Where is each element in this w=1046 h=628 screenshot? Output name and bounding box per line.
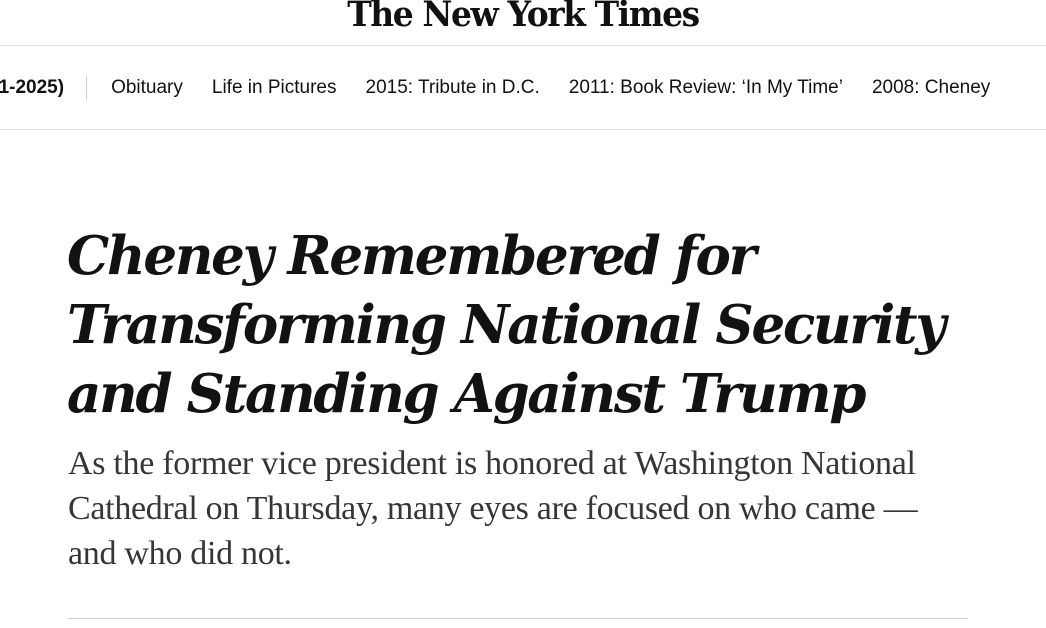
- subnav-item-life-in-pictures[interactable]: Life in Pictures: [212, 76, 337, 100]
- masthead: The New York Times: [0, 0, 1046, 46]
- article-summary: As the former vice president is honored …: [68, 445, 918, 572]
- related-coverage-nav: 41-2025) Obituary Life in Pictures 2015: Tr…: [0, 46, 1046, 130]
- subnav-item-obituary[interactable]: Obituary: [111, 76, 183, 100]
- subnav-track: 41-2025) Obituary Life in Pictures 2015: Tr…: [0, 76, 1019, 100]
- section-divider: [68, 618, 968, 619]
- article-headline: Cheney Remembered for Transforming Natio…: [67, 225, 946, 425]
- subnav-item-2008[interactable]: 2008: Cheney: [872, 76, 990, 100]
- subnav-item-tribute[interactable]: 2015: Tribute in D.C.: [366, 76, 540, 100]
- subnav-item-current[interactable]: 41-2025): [0, 76, 64, 100]
- subnav-item-book-review[interactable]: 2011: Book Review: ‘In My Time’: [569, 76, 843, 100]
- nyt-logo[interactable]: The New York Times: [31, 0, 1014, 35]
- subnav-divider: [86, 76, 88, 100]
